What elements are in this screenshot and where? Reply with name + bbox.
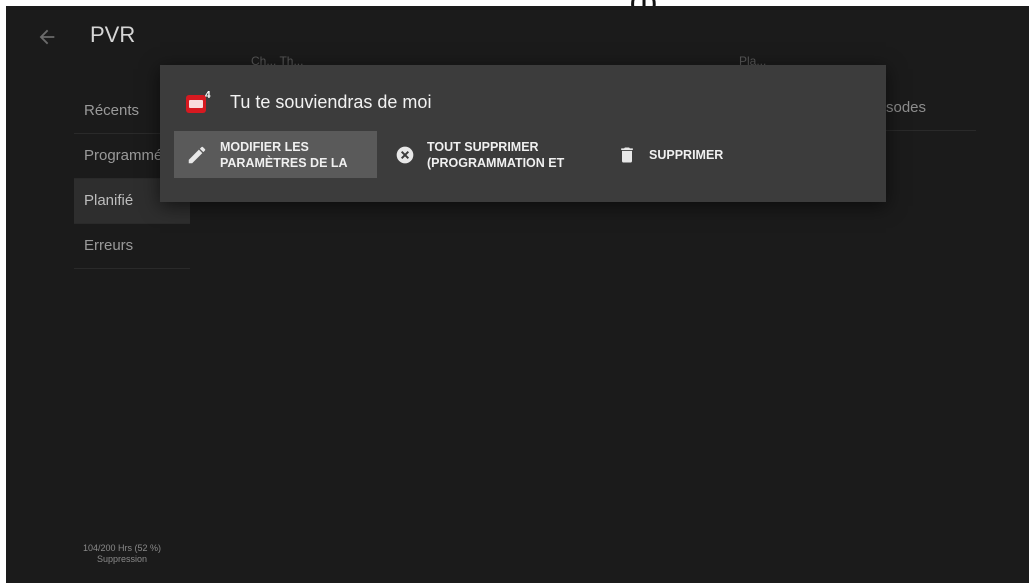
sidebar-item-label: Planifié	[84, 192, 134, 209]
dialog-actions: MODIFIER LES PARAMÈTRES DE LA TOUT SUPPR…	[174, 131, 811, 178]
edit-settings-button[interactable]: MODIFIER LES PARAMÈTRES DE LA	[174, 131, 377, 178]
episodes-column-label: sodes	[886, 99, 927, 116]
pvr-screen: PVR Ch... Th... Pla... Récents Programmé…	[6, 6, 1029, 583]
page-title: PVR	[90, 22, 136, 47]
channel-4-logo-icon: 4	[186, 90, 211, 113]
recording-options-dialog: 4 Tu te souviendras de moi MODIFIER LES …	[160, 65, 886, 202]
dialog-header: 4 Tu te souviendras de moi	[186, 89, 431, 115]
delete-label: SUPPRIMER	[649, 147, 724, 162]
trash-icon	[621, 147, 633, 162]
dialog-title: Tu te souviendras de moi	[230, 91, 432, 112]
delete-button[interactable]: SUPPRIMER	[607, 131, 811, 178]
storage-usage: 104/200 Hrs (52 %)	[82, 543, 162, 553]
sidebar-item-label: Erreurs	[84, 237, 134, 254]
arrow-left-icon[interactable]	[36, 26, 58, 48]
pencil-icon	[188, 146, 206, 163]
svg-text:4: 4	[205, 90, 211, 101]
sidebar-item-label: Récents	[84, 102, 140, 119]
delete-all-label: TOUT SUPPRIMER (PROGRAMMATION ET	[427, 139, 565, 170]
storage-status: 104/200 Hrs (52 %) Suppression	[72, 543, 172, 565]
delete-all-button[interactable]: TOUT SUPPRIMER (PROGRAMMATION ET	[377, 131, 607, 178]
sidebar-item-label: Programmé	[84, 147, 163, 164]
storage-mode: Suppression	[96, 554, 148, 564]
circle-x-icon	[396, 146, 414, 163]
edit-settings-label: MODIFIER LES PARAMÈTRES DE LA	[220, 139, 348, 170]
sidebar-item-erreurs[interactable]: Erreurs	[74, 224, 190, 269]
